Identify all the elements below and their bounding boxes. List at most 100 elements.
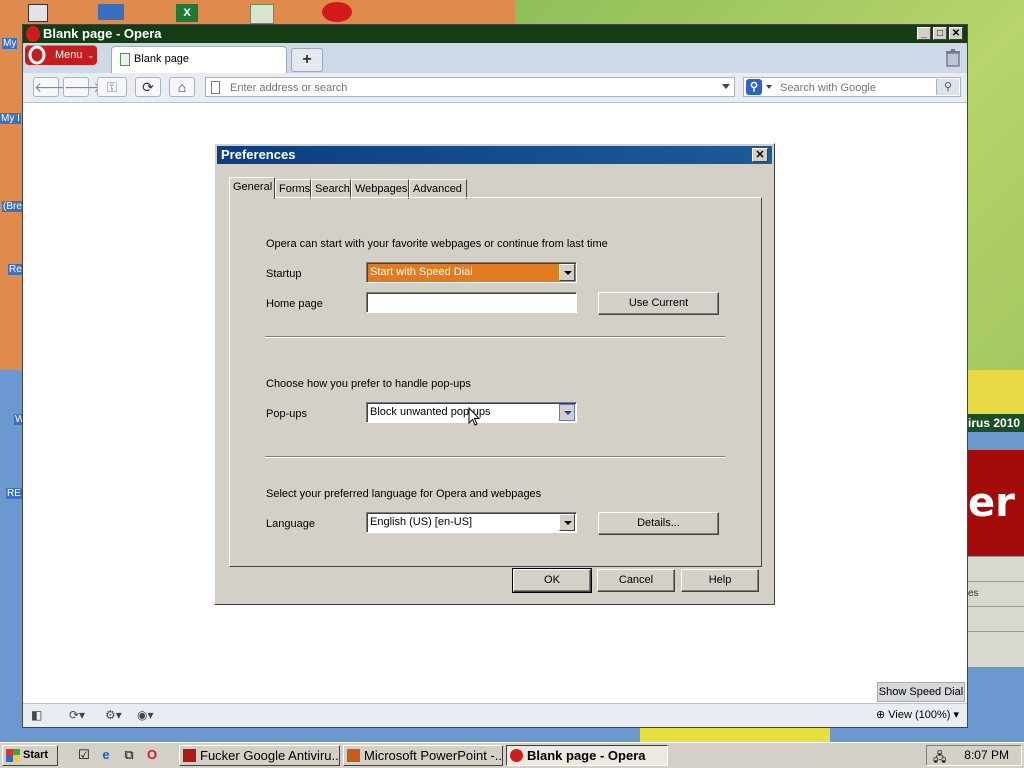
opera-o-icon <box>28 45 46 65</box>
new-tab-button[interactable]: + <box>291 48 323 72</box>
antivirus-row: es <box>968 582 1024 607</box>
task-opera[interactable]: Blank page - Opera <box>506 745 668 766</box>
desktop-label[interactable]: (Bre <box>2 201 23 212</box>
back-button[interactable]: 🡐 <box>33 77 72 97</box>
search-icon[interactable]: ⚲ <box>936 79 959 95</box>
task-label: Fucker Google Antiviru... <box>200 748 340 763</box>
page-icon <box>211 81 220 94</box>
trash-icon[interactable] <box>945 49 961 67</box>
antivirus-app-icon <box>183 749 196 762</box>
chevron-down-icon[interactable] <box>766 85 772 89</box>
start-label: Start <box>23 749 49 761</box>
chevron-down-icon[interactable] <box>559 514 575 531</box>
details-button[interactable]: Details... <box>598 512 719 535</box>
search-input[interactable] <box>778 79 932 97</box>
dialog-title: Preferences <box>221 147 296 162</box>
close-window-button[interactable]: ✕ <box>949 27 963 40</box>
separator <box>265 456 725 458</box>
separator <box>265 336 725 338</box>
startup-intro-text: Opera can start with your favorite webpa… <box>266 238 608 250</box>
tab-general[interactable]: General <box>229 177 275 199</box>
opera-window-title: Blank page - Opera <box>43 26 162 41</box>
task-antivirus[interactable]: Fucker Google Antiviru... <box>179 745 340 766</box>
language-label: Language <box>266 518 315 530</box>
minimize-button[interactable]: _ <box>917 27 931 40</box>
mouse-cursor-icon <box>468 407 480 426</box>
use-current-button[interactable]: Use Current <box>598 292 719 315</box>
show-speed-dial-button[interactable]: Show Speed Dial <box>877 682 965 702</box>
desktop-icon-computer[interactable] <box>28 4 48 22</box>
general-panel: Opera can start with your favorite webpa… <box>229 197 762 567</box>
desktop-label[interactable]: Re <box>8 264 23 275</box>
panel-toggle-icon[interactable]: ◧ <box>31 708 42 722</box>
search-box[interactable]: ⚲ ⚲ <box>743 77 961 97</box>
internet-explorer-icon[interactable]: e <box>98 747 114 763</box>
desktop-background-yellowbar <box>640 728 830 742</box>
clock[interactable]: 8:07 PM <box>964 746 1009 765</box>
chevron-down-icon[interactable] <box>559 404 575 421</box>
task-powerpoint[interactable]: Microsoft PowerPoint -... <box>343 745 503 766</box>
share-icon[interactable]: ⚙▾ <box>105 708 122 722</box>
ok-button[interactable]: OK <box>512 568 592 593</box>
maximize-button[interactable]: □ <box>933 27 947 40</box>
search-engine-icon[interactable]: ⚲ <box>746 79 762 95</box>
homepage-label: Home page <box>266 298 323 310</box>
desktop-icon-clock[interactable] <box>250 4 274 24</box>
tab-search[interactable]: Search <box>311 179 351 199</box>
turbo-icon[interactable]: ◉▾ <box>137 708 154 722</box>
help-button[interactable]: Help <box>681 569 759 592</box>
dialog-close-button[interactable]: ✕ <box>752 148 768 162</box>
language-select[interactable]: English (US) [en-US] <box>366 512 577 533</box>
antivirus-row <box>968 607 1024 632</box>
antivirus-row <box>968 557 1024 582</box>
desktop-icon-opera[interactable] <box>322 2 352 22</box>
key-icon[interactable]: ⚿ <box>97 77 127 97</box>
network-icon[interactable]: ⧉ <box>121 747 137 763</box>
opera-menu-button[interactable]: Menu ⌄ <box>25 45 97 65</box>
desktop-label[interactable]: My I <box>0 113 21 124</box>
task-label: Blank page - Opera <box>527 748 646 763</box>
desktop-icon-excel[interactable]: X <box>176 4 198 22</box>
tab-blank-page[interactable]: Blank page <box>111 46 287 73</box>
opera-toolbar: 🡐 🡒 ⚿ ⟳ ⌂ ⚲ ⚲ <box>23 73 967 103</box>
tab-label: Blank page <box>134 53 190 65</box>
antivirus-panel: es <box>968 556 1024 667</box>
tray-network-icon[interactable]: 🖧 <box>933 748 946 767</box>
desktop-icon-network[interactable] <box>98 4 124 20</box>
language-intro-text: Select your preferred language for Opera… <box>266 488 542 500</box>
desktop-label[interactable]: My <box>2 38 18 49</box>
opera-status-bar: Show Speed Dial ◧ ⟳▾ ⚙▾ ◉▾ ⊕ View (100%)… <box>23 682 967 727</box>
chevron-down-icon[interactable] <box>722 84 730 89</box>
cancel-button[interactable]: Cancel <box>597 569 675 592</box>
forward-button[interactable]: 🡒 <box>63 77 102 97</box>
desktop-label[interactable]: RE <box>6 488 22 499</box>
system-tray: 🖧 8:07 PM <box>926 745 1022 766</box>
show-desktop-icon[interactable]: ☑ <box>76 747 92 763</box>
startup-select[interactable]: Start with Speed Dial <box>366 262 577 283</box>
opera-logo-icon <box>26 26 40 42</box>
home-button[interactable]: ⌂ <box>169 77 195 97</box>
windows-flag-icon <box>6 749 20 762</box>
desktop-background-yellow <box>968 370 1024 415</box>
opera-quicklaunch-icon[interactable]: O <box>144 747 160 763</box>
zoom-label: View (100%) <box>888 709 951 721</box>
opera-title-bar[interactable]: Blank page - Opera _ □ ✕ <box>23 25 967 43</box>
homepage-input[interactable] <box>366 292 577 313</box>
chevron-down-icon: ⌄ <box>87 50 95 60</box>
zoom-control[interactable]: ⊕ View (100%) ▾ <box>876 708 959 721</box>
tab-webpages[interactable]: Webpages <box>351 179 409 199</box>
menu-label: Menu <box>55 49 83 61</box>
language-select-value: English (US) [en-US] <box>370 516 473 528</box>
sync-icon[interactable]: ⟳▾ <box>69 708 85 722</box>
address-bar[interactable] <box>205 77 735 97</box>
antivirus-window-title: irus 2010 <box>968 414 1024 432</box>
zoom-icon: ⊕ <box>875 709 889 721</box>
chevron-down-icon[interactable] <box>559 264 575 281</box>
dialog-title-bar[interactable]: Preferences ✕ <box>217 146 772 164</box>
page-icon <box>120 53 130 66</box>
tab-advanced[interactable]: Advanced <box>409 179 467 199</box>
address-input[interactable] <box>228 79 702 97</box>
tab-forms[interactable]: Forms <box>275 179 311 199</box>
reload-button[interactable]: ⟳ <box>135 77 161 97</box>
start-button[interactable]: Start <box>2 745 58 766</box>
